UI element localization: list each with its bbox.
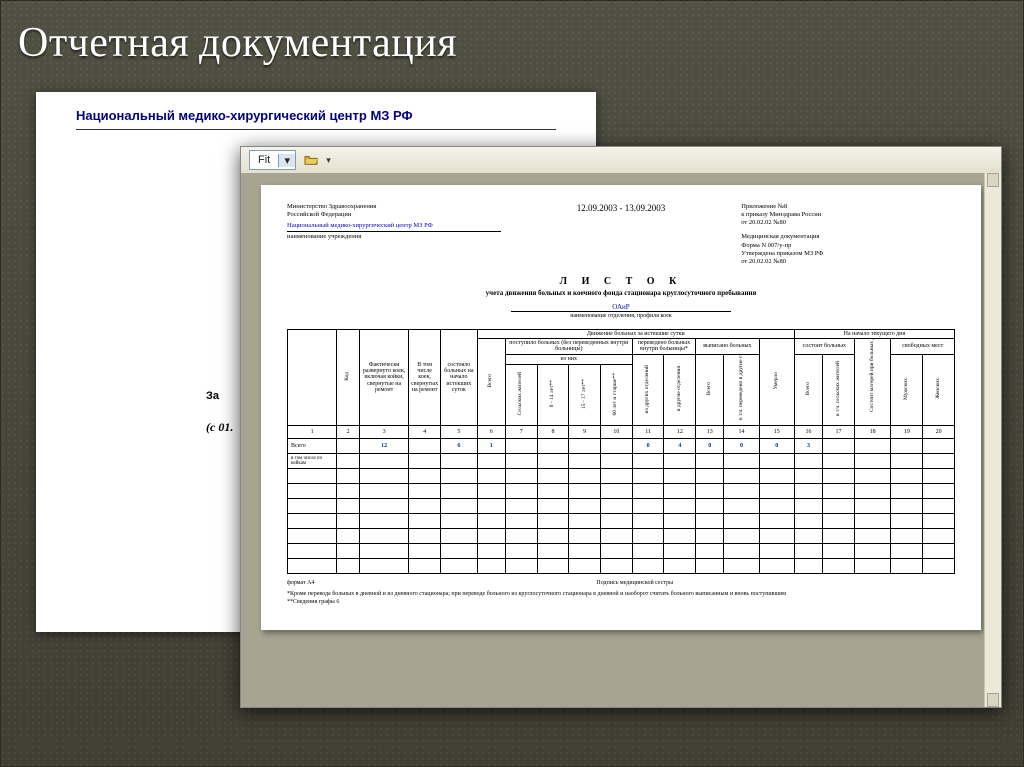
form-line2: Форма N 007/у-пр: [741, 242, 955, 250]
table-row: в том числе по койкам: [288, 454, 955, 469]
report-table: Код Фактически развернуто коек, включая …: [287, 329, 955, 574]
folder-open-icon[interactable]: [302, 151, 320, 169]
ministry-line2: Российской Федерации: [287, 211, 501, 219]
slide-title: Отчетная документация: [18, 18, 457, 67]
signature-label: Подпись медицинской сестры: [596, 580, 673, 586]
footnote-2: **Сведения графы 6: [287, 599, 955, 607]
chevron-down-icon[interactable]: ▾: [326, 155, 331, 166]
zoom-dropdown[interactable]: Fit ▾: [249, 150, 296, 170]
org-caption: наименование учреждения: [287, 231, 501, 241]
form-line4: от 20.02.02 №80: [741, 258, 955, 266]
format-label: формат А4: [287, 580, 315, 588]
appendix-line2: к приказу Минздрава России: [741, 211, 955, 219]
footnote-1: *Кроме перевода больных в дневной и из д…: [287, 591, 955, 599]
appendix-line1: Приложение №8: [741, 203, 955, 211]
paper-area: Министерство Здравоохранения Российской …: [241, 173, 1001, 707]
print-preview-window: Fit ▾ ▾ Министерство Здравоохранения Рос…: [240, 146, 1002, 708]
back-doc-heading: Национальный медико-хирургический центр …: [76, 108, 556, 123]
table-row: Всего 12 61 04 00 03: [288, 439, 955, 454]
ministry-line1: Министерство Здравоохранения: [287, 203, 501, 211]
zoom-value: Fit: [250, 154, 278, 166]
org-link: Национальный медико-хирургический центр …: [287, 222, 501, 230]
form-line1: Медицинская документация: [741, 233, 955, 241]
doc-subtitle: учета движения больных и коечного фонда …: [287, 289, 955, 297]
form-line3: Утверждена приказом МЗ РФ: [741, 250, 955, 258]
appendix-line3: от 20.02.02 №80: [741, 219, 955, 227]
doc-title: Л И С Т О К: [287, 276, 955, 287]
report-page: Министерство Здравоохранения Российской …: [261, 185, 981, 630]
date-range: 12.09.2003 - 13.09.2003: [514, 203, 728, 266]
chevron-down-icon[interactable]: ▾: [278, 154, 295, 167]
vertical-scrollbar[interactable]: [984, 173, 1001, 707]
department-caption: наименование отделения, профиля коек: [287, 313, 955, 319]
department: ОАиР: [511, 303, 731, 312]
viewer-toolbar: Fit ▾ ▾: [241, 147, 1001, 174]
